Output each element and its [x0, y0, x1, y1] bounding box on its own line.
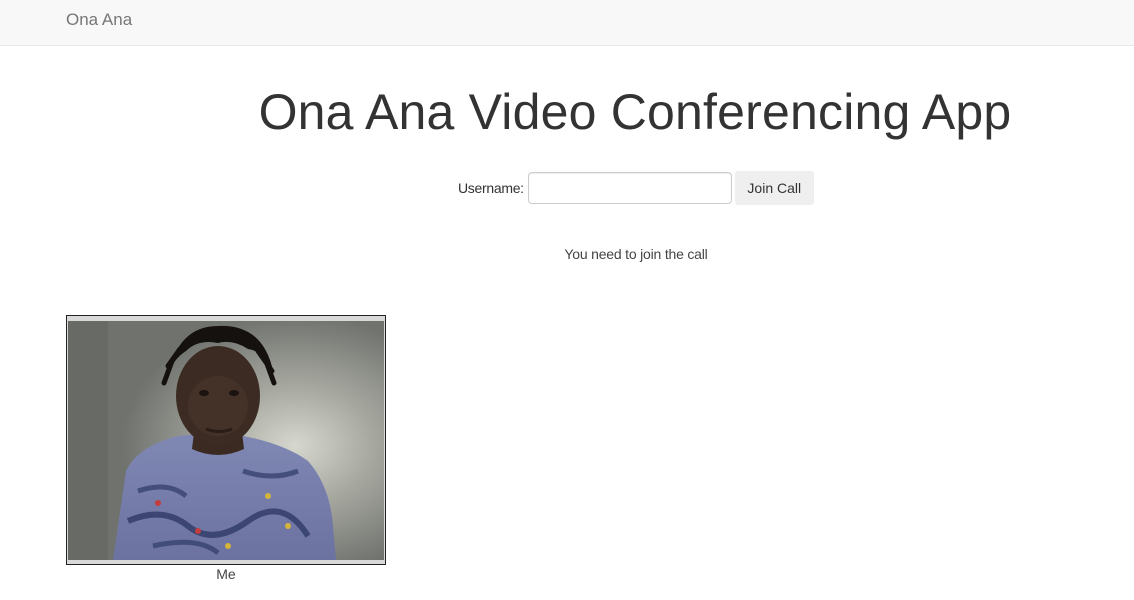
- brand-link[interactable]: Ona Ana: [66, 10, 132, 30]
- local-video-tile: [66, 315, 386, 565]
- join-form: Username: Join Call: [458, 171, 814, 205]
- navbar: Ona Ana: [0, 0, 1134, 46]
- join-call-button[interactable]: Join Call: [734, 171, 814, 205]
- page-title: Ona Ana Video Conferencing App: [258, 84, 1012, 140]
- local-video-caption: Me: [216, 566, 236, 582]
- username-input[interactable]: [527, 172, 732, 204]
- call-status-text: You need to join the call: [564, 246, 708, 262]
- local-video-feed: [68, 321, 384, 560]
- username-label: Username:: [458, 180, 524, 196]
- webcam-image: [68, 321, 384, 560]
